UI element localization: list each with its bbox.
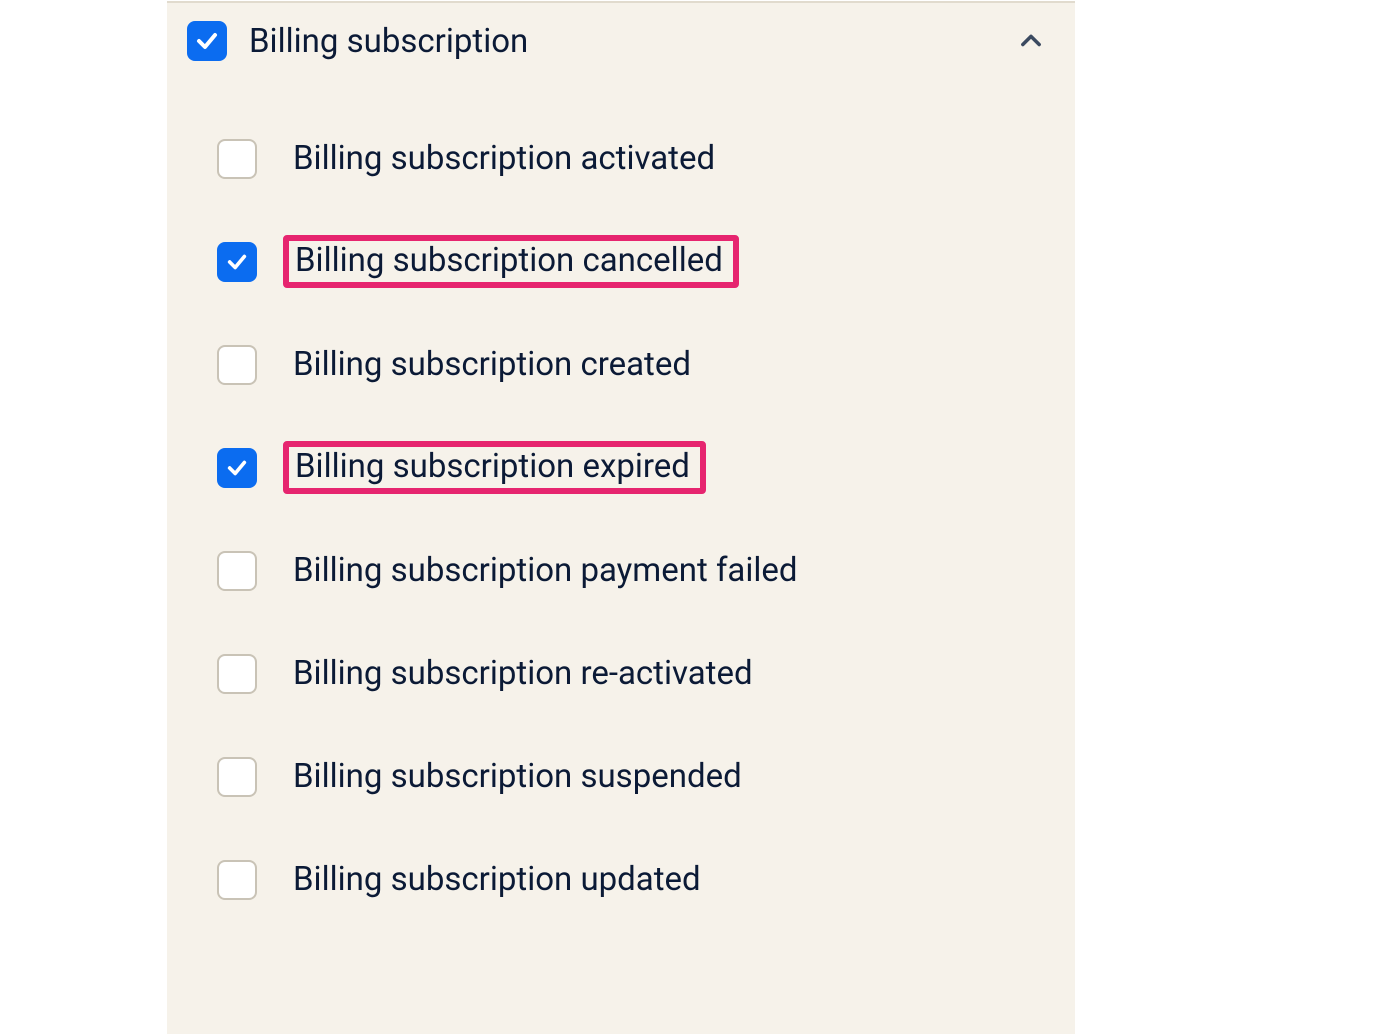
check-icon bbox=[226, 251, 248, 273]
child-row-cancelled[interactable]: Billing subscription cancelled bbox=[167, 210, 1075, 313]
child-label-expired: Billing subscription expired bbox=[283, 441, 706, 494]
child-checkbox-payment-failed[interactable] bbox=[217, 551, 257, 591]
child-event-list: Billing subscription activated Billing s… bbox=[167, 107, 1075, 931]
child-checkbox-suspended[interactable] bbox=[217, 757, 257, 797]
child-row-payment-failed[interactable]: Billing subscription payment failed bbox=[167, 519, 1075, 622]
child-row-suspended[interactable]: Billing subscription suspended bbox=[167, 725, 1075, 828]
child-checkbox-updated[interactable] bbox=[217, 860, 257, 900]
child-row-activated[interactable]: Billing subscription activated bbox=[167, 107, 1075, 210]
child-row-reactivated[interactable]: Billing subscription re-activated bbox=[167, 622, 1075, 725]
child-row-updated[interactable]: Billing subscription updated bbox=[167, 828, 1075, 931]
child-checkbox-expired[interactable] bbox=[217, 448, 257, 488]
child-checkbox-reactivated[interactable] bbox=[217, 654, 257, 694]
chevron-up-icon bbox=[1017, 27, 1045, 55]
child-label-payment-failed: Billing subscription payment failed bbox=[283, 547, 808, 594]
child-label-activated: Billing subscription activated bbox=[283, 135, 725, 182]
child-row-created[interactable]: Billing subscription created bbox=[167, 313, 1075, 416]
child-label-suspended: Billing subscription suspended bbox=[283, 753, 752, 800]
collapse-toggle[interactable] bbox=[1015, 25, 1047, 57]
child-checkbox-created[interactable] bbox=[217, 345, 257, 385]
parent-category-left: Billing subscription bbox=[187, 21, 528, 61]
child-label-created: Billing subscription created bbox=[283, 341, 701, 388]
child-row-expired[interactable]: Billing subscription expired bbox=[167, 416, 1075, 519]
parent-checkbox[interactable] bbox=[187, 21, 227, 61]
parent-category-row[interactable]: Billing subscription bbox=[167, 21, 1075, 61]
check-icon bbox=[195, 29, 219, 53]
parent-category-label: Billing subscription bbox=[249, 22, 528, 61]
child-checkbox-cancelled[interactable] bbox=[217, 242, 257, 282]
child-checkbox-activated[interactable] bbox=[217, 139, 257, 179]
billing-subscription-panel: Billing subscription Billing subscriptio… bbox=[167, 1, 1075, 1034]
child-label-cancelled: Billing subscription cancelled bbox=[283, 235, 739, 288]
check-icon bbox=[226, 457, 248, 479]
child-label-reactivated: Billing subscription re-activated bbox=[283, 650, 763, 697]
child-label-updated: Billing subscription updated bbox=[283, 856, 711, 903]
